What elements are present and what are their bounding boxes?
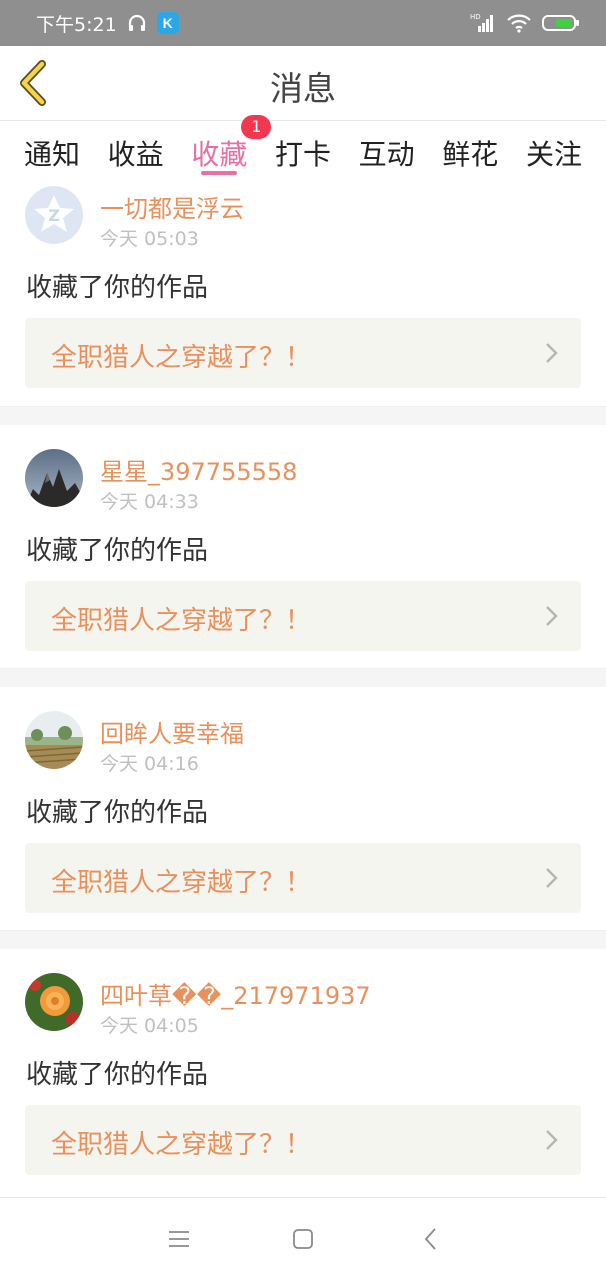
svg-text:HD: HD <box>470 13 481 21</box>
active-tab-indicator <box>201 171 238 175</box>
battery-icon <box>542 15 579 31</box>
message-action: 收藏了你的作品 <box>26 1060 209 1090</box>
header: 消息 <box>0 46 606 121</box>
avatar[interactable] <box>25 711 83 769</box>
username[interactable]: 四叶草��_217971937 <box>100 976 371 1011</box>
chevron-right-icon <box>546 343 558 363</box>
username[interactable]: 回眸人要幸福 <box>100 714 244 749</box>
menu-icon <box>169 1231 189 1247</box>
signal-icon: HD <box>470 13 493 32</box>
mountain-avatar-icon <box>25 449 83 507</box>
message-item: Z 一切都是浮云 今天 05:03 收藏了你的作品 全职猎人之穿越了？！ <box>0 179 606 406</box>
message-action: 收藏了你的作品 <box>26 798 209 828</box>
message-list: Z 一切都是浮云 今天 05:03 收藏了你的作品 全职猎人之穿越了？！ 星星_… <box>0 179 606 1192</box>
tab-flowers[interactable]: 鲜花 <box>442 121 498 179</box>
message-time: 今天 04:05 <box>100 1015 199 1037</box>
divider <box>0 668 606 687</box>
menu-button[interactable] <box>164 1224 194 1254</box>
app-notification-icon: K <box>156 12 179 34</box>
headphone-icon <box>128 14 145 31</box>
tab-interaction[interactable]: 互动 <box>359 121 415 179</box>
tab-earnings[interactable]: 收益 <box>108 121 164 179</box>
divider <box>0 930 606 949</box>
message-action: 收藏了你的作品 <box>26 536 209 566</box>
tab-checkin[interactable]: 打卡 <box>275 121 331 179</box>
work-link[interactable]: 全职猎人之穿越了？！ <box>25 1105 581 1175</box>
divider <box>0 406 606 425</box>
chevron-right-icon <box>546 868 558 888</box>
wifi-icon <box>507 14 531 33</box>
work-link[interactable]: 全职猎人之穿越了？！ <box>25 318 581 388</box>
username[interactable]: 一切都是浮云 <box>100 189 244 224</box>
message-time: 今天 04:33 <box>100 491 199 513</box>
message-time: 今天 04:16 <box>100 753 199 775</box>
chevron-right-icon <box>546 606 558 626</box>
tab-notification[interactable]: 通知 <box>24 121 80 179</box>
message-action: 收藏了你的作品 <box>26 273 209 303</box>
tab-follow[interactable]: 关注 <box>526 121 582 179</box>
work-title: 全职猎人之穿越了？！ <box>51 343 312 373</box>
system-back-button[interactable] <box>416 1224 446 1254</box>
work-title: 全职猎人之穿越了？！ <box>51 1130 312 1160</box>
work-title: 全职猎人之穿越了？！ <box>51 606 312 636</box>
work-title: 全职猎人之穿越了？！ <box>51 868 312 898</box>
message-time: 今天 05:03 <box>100 228 199 250</box>
home-icon <box>293 1229 313 1249</box>
username[interactable]: 星星_397755558 <box>100 452 297 487</box>
home-button[interactable] <box>288 1224 318 1254</box>
status-bar: 下午5:21 K HD <box>0 0 606 46</box>
message-item: 回眸人要幸福 今天 04:16 收藏了你的作品 全职猎人之穿越了？！ <box>0 687 606 930</box>
flower-avatar-icon <box>25 973 83 1031</box>
svg-text:Z: Z <box>48 206 60 225</box>
message-item: 星星_397755558 今天 04:33 收藏了你的作品 全职猎人之穿越了？！ <box>0 425 606 668</box>
unread-badge: 1 <box>241 115 272 139</box>
chevron-right-icon <box>546 1130 558 1150</box>
tab-bar: 通知 收益 收藏 1 打卡 互动 鲜花 关注 <box>0 115 606 179</box>
page-title: 消息 <box>270 69 336 108</box>
message-item: 四叶草��_217971937 今天 04:05 收藏了你的作品 全职猎人之穿越… <box>0 949 606 1192</box>
field-avatar-icon <box>25 711 83 769</box>
avatar[interactable]: Z <box>25 186 83 244</box>
default-avatar-icon: Z <box>25 186 83 244</box>
work-link[interactable]: 全职猎人之穿越了？！ <box>25 843 581 913</box>
system-navigation-bar <box>0 1197 606 1280</box>
avatar[interactable] <box>25 973 83 1031</box>
status-time: 下午5:21 <box>36 13 117 36</box>
avatar[interactable] <box>25 449 83 507</box>
work-link[interactable]: 全职猎人之穿越了？！ <box>25 581 581 651</box>
tab-favorites[interactable]: 收藏 1 <box>191 115 272 179</box>
back-icon <box>424 1228 436 1250</box>
